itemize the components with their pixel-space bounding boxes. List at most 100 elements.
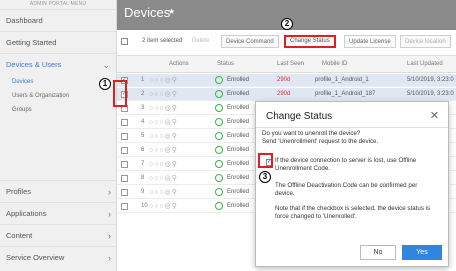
status-enrolled-icon bbox=[215, 132, 223, 140]
row-mobile-id[interactable]: profile_1_Android_1 bbox=[315, 77, 369, 83]
page-title: Devices bbox=[124, 5, 171, 20]
sidebar-subitem-groups[interactable]: Groups bbox=[0, 103, 116, 117]
status-enrolled-icon bbox=[215, 160, 223, 168]
sidebar-item-applications[interactable]: Applications › bbox=[0, 202, 117, 224]
row-checkbox[interactable] bbox=[121, 189, 128, 196]
chevron-right-icon: › bbox=[108, 253, 111, 263]
status-enrolled-icon bbox=[215, 174, 223, 182]
row-status: Enrolled bbox=[227, 203, 250, 209]
column-last-updated[interactable]: Last Updated bbox=[407, 61, 443, 67]
status-enrolled-icon bbox=[215, 202, 223, 210]
row-action-icons[interactable]: ○○○◎⚲ bbox=[149, 90, 178, 98]
dialog-question-detail: Send 'Unenrollment' request to the devic… bbox=[262, 138, 379, 145]
sidebar-item-label: Profiles bbox=[6, 187, 32, 196]
row-checkbox[interactable] bbox=[121, 175, 128, 182]
row-last-seen: 290d bbox=[277, 91, 291, 97]
update-license-button[interactable]: Update License bbox=[344, 35, 396, 48]
sidebar-item-content[interactable]: Content › bbox=[0, 224, 117, 246]
column-mobile-id[interactable]: Mobile ID bbox=[322, 61, 347, 67]
chevron-right-icon: › bbox=[108, 231, 111, 241]
row-action-icons[interactable]: ○○○◎⚲ bbox=[149, 202, 178, 210]
row-number: 8 bbox=[141, 175, 145, 181]
row-number: 1 bbox=[141, 77, 145, 83]
device-command-button[interactable]: Device Command bbox=[221, 35, 279, 48]
row-action-icons[interactable]: ○○○◎⚲ bbox=[149, 104, 178, 112]
status-enrolled-icon bbox=[215, 104, 223, 112]
sidebar-item-profiles[interactable]: Profiles › bbox=[0, 180, 117, 202]
table-row[interactable]: ✓ 2 ○○○◎⚲ Enrolled 290d profile_1_Android_187… bbox=[117, 88, 456, 101]
column-last-seen[interactable]: Last Seen bbox=[277, 61, 304, 67]
row-status: Enrolled bbox=[227, 91, 250, 97]
status-enrolled-icon bbox=[215, 76, 223, 84]
sidebar-item-label: Content bbox=[6, 231, 33, 240]
dialog-question: Do you want to unenroll the device? bbox=[262, 130, 361, 137]
row-action-icons[interactable]: ○○○◎⚲ bbox=[149, 188, 178, 196]
row-number: 4 bbox=[141, 119, 145, 125]
annotation-marker-3: 3 bbox=[259, 171, 271, 183]
table-header: Actions Status Last Seen Mobile ID Last … bbox=[117, 55, 456, 73]
row-action-icons[interactable]: ○○○◎⚲ bbox=[149, 160, 178, 168]
column-actions: Actions bbox=[169, 61, 189, 67]
offline-unenroll-label: If the device connection to server is lo… bbox=[275, 157, 417, 172]
sidebar-item-label: Devices & Users bbox=[6, 60, 62, 69]
row-checkbox[interactable] bbox=[121, 133, 128, 140]
row-number: 6 bbox=[141, 147, 145, 153]
close-icon[interactable]: ✕ bbox=[430, 109, 439, 122]
sidebar-item-service-overview[interactable]: Service Overview › bbox=[0, 246, 117, 268]
row-status: Enrolled bbox=[227, 175, 250, 181]
sidebar-item-devices-users[interactable]: Devices & Users ⌄ bbox=[0, 53, 116, 75]
no-button[interactable]: No bbox=[360, 245, 396, 260]
row-status: Enrolled bbox=[227, 189, 250, 195]
row-number: 7 bbox=[141, 161, 145, 167]
dialog-divider bbox=[256, 127, 448, 128]
change-status-dialog: Change Status ✕ Do you want to unenroll … bbox=[255, 101, 449, 267]
row-action-icons[interactable]: ○○○◎⚲ bbox=[149, 76, 178, 84]
row-last-seen: 290d bbox=[277, 77, 291, 83]
sidebar-subitem-users-org[interactable]: Users & Organization bbox=[0, 89, 116, 103]
row-action-icons[interactable]: ○○○◎⚲ bbox=[149, 118, 178, 126]
row-checkbox[interactable] bbox=[121, 119, 128, 126]
annotation-marker-2: 2 bbox=[281, 18, 293, 30]
row-status: Enrolled bbox=[227, 133, 250, 139]
chevron-right-icon: › bbox=[108, 187, 111, 197]
toolbar: 2 item selected Delete Device Command Ch… bbox=[117, 34, 456, 50]
dialog-title: Change Status bbox=[266, 111, 333, 122]
select-all-checkbox[interactable] bbox=[121, 38, 128, 45]
row-number: 9 bbox=[141, 189, 145, 195]
sidebar-item-getting-started[interactable]: Getting Started bbox=[0, 31, 116, 53]
sidebar-item-label: Service Overview bbox=[6, 253, 65, 262]
row-last-updated: 5/10/2019, 3:23:0 bbox=[407, 77, 454, 83]
sidebar-item-dashboard[interactable]: Dashboard bbox=[0, 9, 116, 31]
row-number: 2 bbox=[141, 91, 145, 97]
row-number: 3 bbox=[141, 105, 145, 111]
row-checkbox[interactable] bbox=[121, 161, 128, 168]
row-action-icons[interactable]: ○○○◎⚲ bbox=[149, 146, 178, 154]
dialog-info-deactivation: The Offline Deactivation Code can be con… bbox=[275, 182, 418, 197]
selected-count: 2 item selected bbox=[142, 38, 183, 44]
yes-button[interactable]: Yes bbox=[402, 245, 442, 260]
status-enrolled-icon bbox=[215, 146, 223, 154]
dialog-info-note: Note that if the checkbox is selected, t… bbox=[275, 205, 431, 220]
row-number: 5 bbox=[141, 133, 145, 139]
device-location-button[interactable]: Device location bbox=[400, 35, 451, 48]
row-last-updated: 5/10/2019, 3:23:0 bbox=[407, 91, 454, 97]
row-mobile-id[interactable]: profile_1_Android_187 bbox=[315, 91, 375, 97]
change-status-button[interactable]: Change Status bbox=[284, 35, 336, 48]
row-action-icons[interactable]: ○○○◎⚲ bbox=[149, 132, 178, 140]
sidebar-header: ADMIN PORTAL MENU bbox=[29, 1, 87, 7]
row-action-icons[interactable]: ○○○◎⚲ bbox=[149, 174, 178, 182]
checkbox-highlight-box bbox=[258, 153, 273, 168]
column-status[interactable]: Status bbox=[217, 61, 234, 67]
sidebar-item-label: Dashboard bbox=[6, 16, 43, 25]
row-checkbox[interactable] bbox=[121, 203, 128, 210]
status-enrolled-icon bbox=[215, 188, 223, 196]
status-enrolled-icon bbox=[215, 90, 223, 98]
star-icon[interactable]: ★ bbox=[168, 7, 175, 16]
sidebar-item-label: Getting Started bbox=[6, 38, 57, 47]
row-checkbox[interactable] bbox=[121, 147, 128, 154]
table-row[interactable]: ✓ 1 ○○○◎⚲ Enrolled 290d profile_1_Android_1 5/… bbox=[117, 74, 456, 87]
delete-button[interactable]: Delete bbox=[192, 38, 209, 44]
status-enrolled-icon bbox=[215, 118, 223, 126]
chevron-right-icon: › bbox=[108, 209, 111, 219]
row-status: Enrolled bbox=[227, 147, 250, 153]
